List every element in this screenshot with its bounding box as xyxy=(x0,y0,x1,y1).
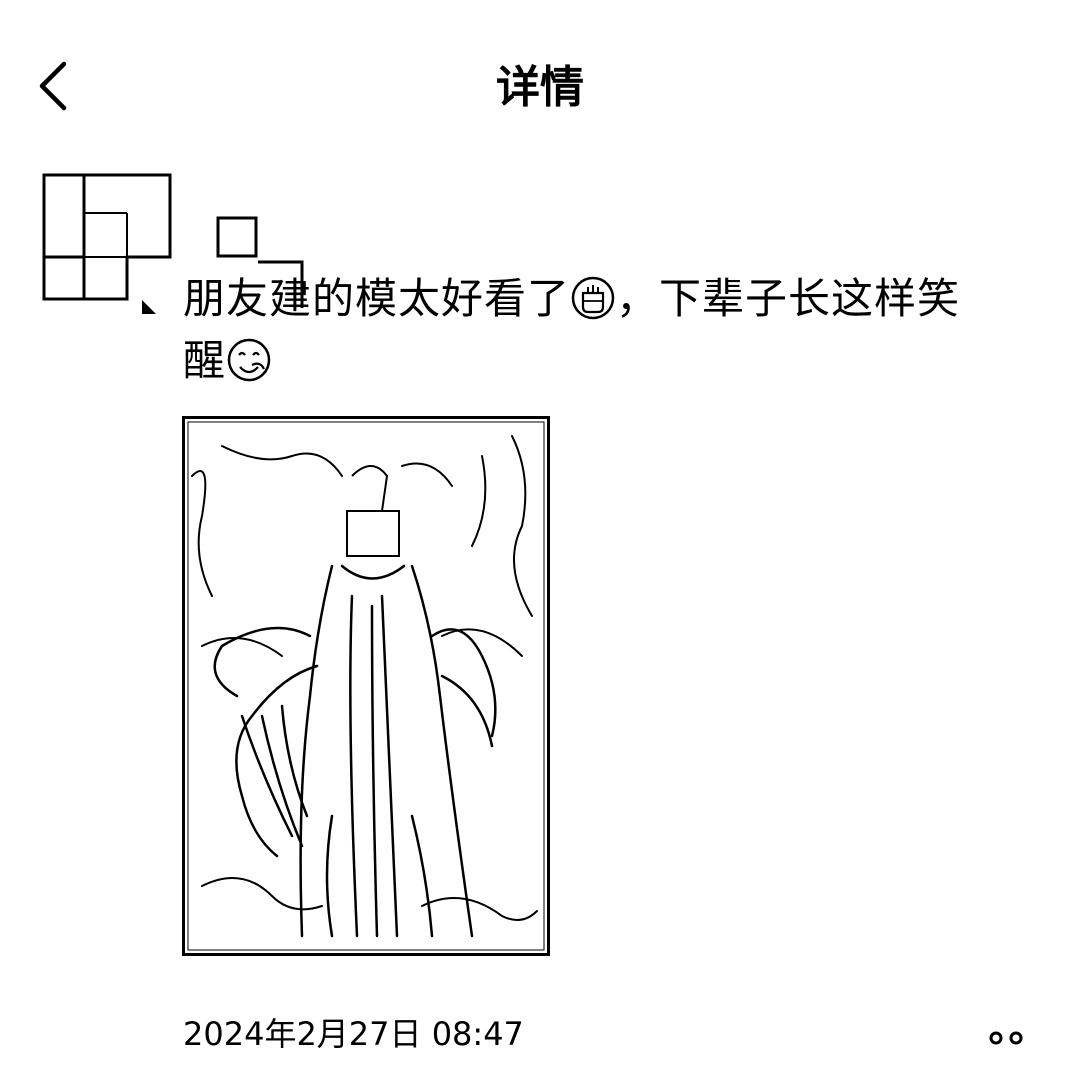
post-text-line2: 醒 xyxy=(183,336,227,385)
post-text-line1: 朋友建的模太好看了 xyxy=(183,274,571,323)
header-bar: 详情 xyxy=(0,0,1080,170)
more-dots-icon xyxy=(989,1031,1023,1045)
more-button[interactable] xyxy=(980,1020,1036,1056)
page-title: 详情 xyxy=(496,62,584,113)
raised-fist-emoji xyxy=(571,276,615,320)
post-text: 朋友建的模太好看了 ，下辈子长这样笑 醒 xyxy=(183,268,1033,392)
post-image[interactable] xyxy=(182,416,550,956)
post-text-line1b: ，下辈子长这样笑 xyxy=(616,274,961,323)
post-timestamp: 2024年2月27日 08:47 xyxy=(183,1015,524,1053)
face-with-hand-over-mouth-emoji xyxy=(227,338,271,382)
